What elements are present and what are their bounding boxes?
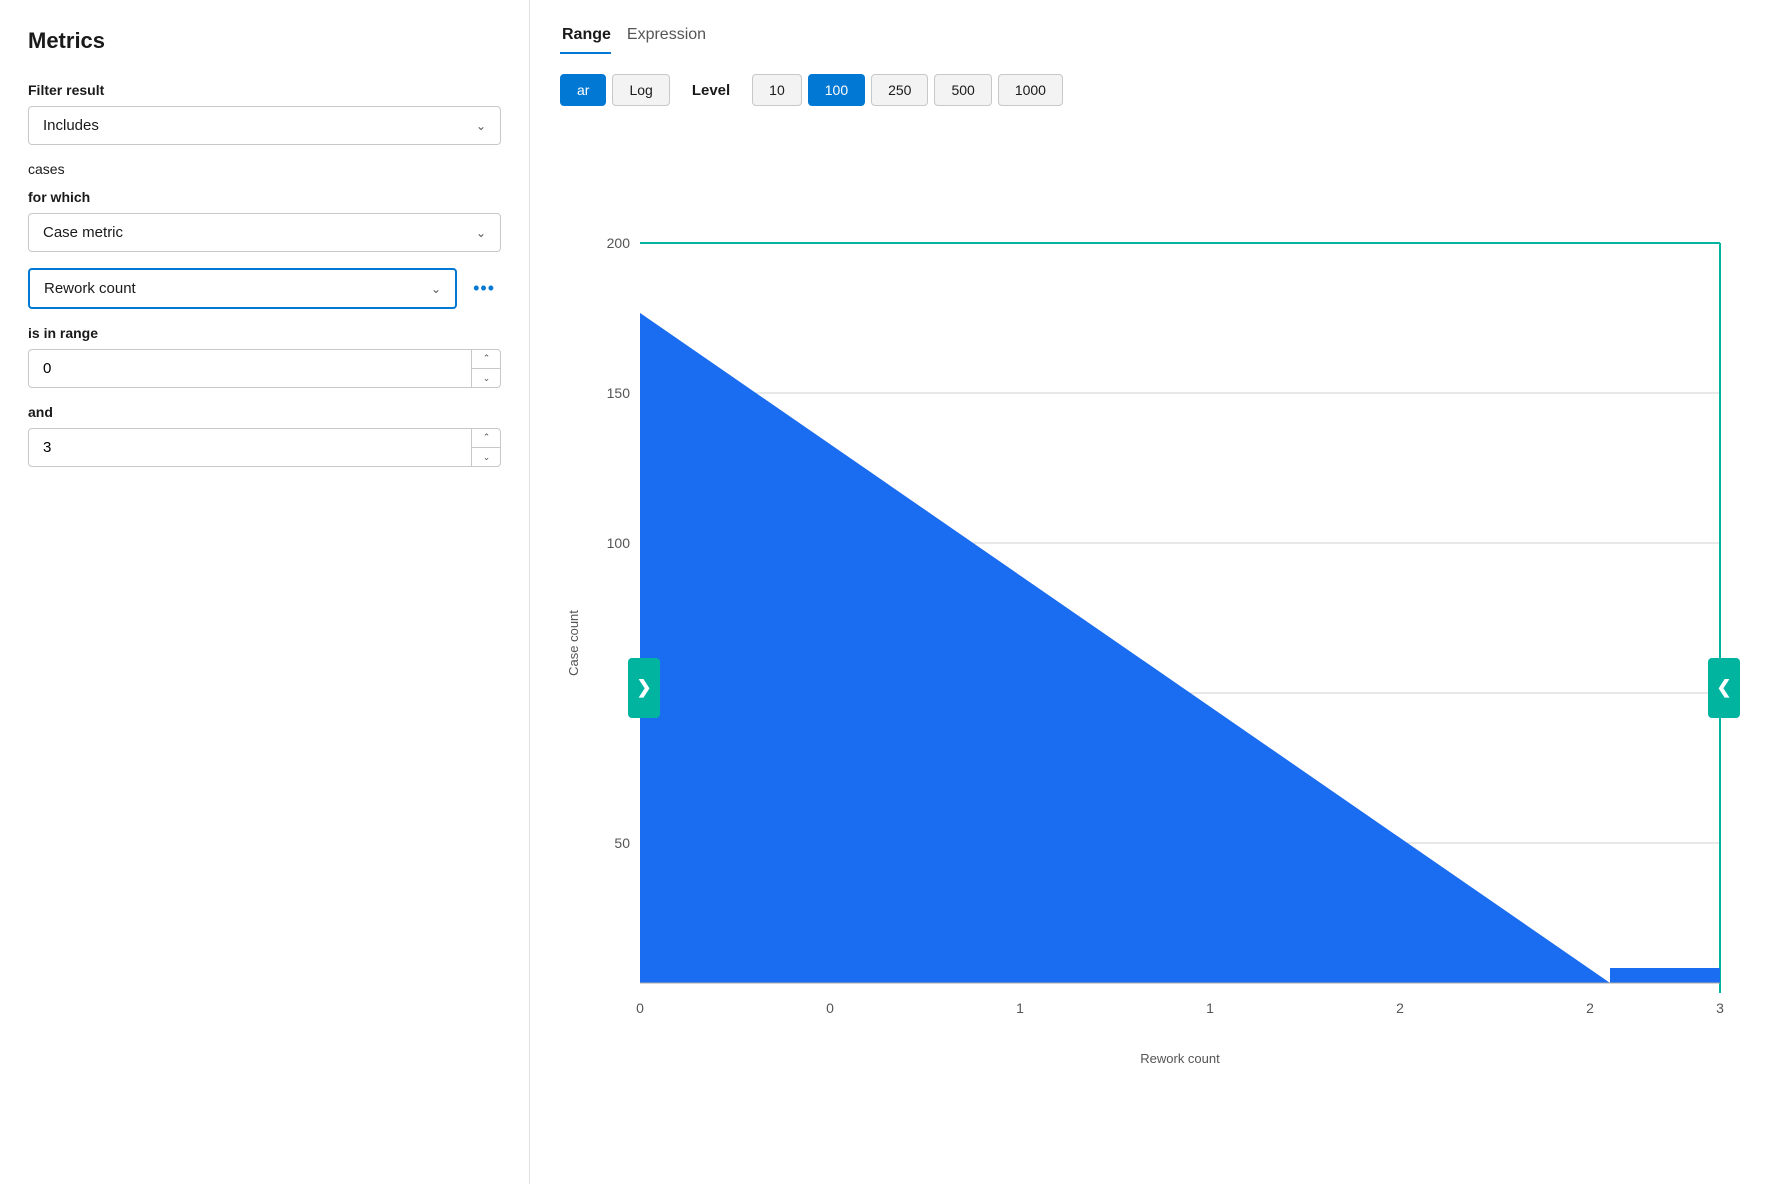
case-metric-chevron-icon: ⌄ [476, 226, 486, 240]
is-in-range-label: is in range [28, 325, 501, 341]
rework-count-dropdown[interactable]: Rework count ⌄ [28, 268, 457, 309]
svg-text:100: 100 [607, 535, 631, 551]
rework-count-value: Rework count [44, 280, 136, 297]
range-end-increment[interactable]: ⌃ [472, 428, 501, 448]
svg-text:Case count: Case count [566, 610, 581, 676]
tab-range[interactable]: Range [560, 20, 625, 54]
svg-text:150: 150 [607, 385, 631, 401]
level-500-button[interactable]: 500 [934, 74, 991, 106]
filter-result-value: Includes [43, 117, 99, 134]
range-end-decrement[interactable]: ⌄ [472, 448, 501, 467]
right-panel: Range Expression ar Log Level 10 100 250… [530, 0, 1790, 1184]
svg-text:Rework count: Rework count [1140, 1051, 1220, 1066]
range-start-wrapper: ⌃ ⌄ [28, 349, 501, 388]
svg-text:0: 0 [826, 1000, 834, 1016]
svg-text:1: 1 [1016, 1000, 1024, 1016]
scale-linear-button[interactable]: ar [560, 74, 606, 106]
svg-text:3: 3 [1716, 1000, 1724, 1016]
level-10-button[interactable]: 10 [752, 74, 802, 106]
level-250-button[interactable]: 250 [871, 74, 928, 106]
rework-row: Rework count ⌄ ••• [28, 268, 501, 309]
tab-expression[interactable]: Expression [625, 20, 720, 54]
is-in-range-group: is in range ⌃ ⌄ [28, 325, 501, 388]
svg-text:200: 200 [607, 235, 631, 251]
svg-text:2: 2 [1586, 1000, 1594, 1016]
filter-result-chevron-icon: ⌄ [476, 119, 486, 133]
range-start-input[interactable] [28, 349, 501, 388]
level-1000-button[interactable]: 1000 [998, 74, 1063, 106]
tabs-row: Range Expression [560, 20, 1760, 54]
level-100-button[interactable]: 100 [808, 74, 865, 106]
svg-text:1: 1 [1206, 1000, 1214, 1016]
range-start-increment[interactable]: ⌃ [472, 349, 501, 369]
filter-result-label: Filter result [28, 82, 501, 98]
for-which-group: for which Case metric ⌄ [28, 189, 501, 252]
range-start-spinner: ⌃ ⌄ [471, 349, 501, 388]
svg-text:0: 0 [636, 1000, 644, 1016]
scale-log-button[interactable]: Log [612, 74, 669, 106]
filter-result-group: Filter result Includes ⌄ [28, 82, 501, 145]
svg-text:2: 2 [1396, 1000, 1404, 1016]
svg-text:❯: ❯ [636, 677, 651, 698]
range-end-spinner: ⌃ ⌄ [471, 428, 501, 467]
and-label: and [28, 404, 501, 420]
cases-label: cases [28, 161, 501, 177]
filter-result-dropdown[interactable]: Includes ⌄ [28, 106, 501, 145]
svg-text:50: 50 [614, 835, 630, 851]
rework-count-chevron-icon: ⌄ [431, 282, 441, 296]
case-metric-dropdown[interactable]: Case metric ⌄ [28, 213, 501, 252]
range-start-decrement[interactable]: ⌄ [472, 369, 501, 388]
controls-bar: ar Log Level 10 100 250 500 1000 [560, 74, 1760, 106]
svg-text:❮: ❮ [1716, 677, 1731, 698]
and-group: and ⌃ ⌄ [28, 404, 501, 467]
range-end-wrapper: ⌃ ⌄ [28, 428, 501, 467]
chart-svg: ❯ ❮ 200 150 100 50 0 0 1 1 2 2 3 Case co… [560, 122, 1760, 1164]
chart-container: ❯ ❮ 200 150 100 50 0 0 1 1 2 2 3 Case co… [560, 122, 1760, 1164]
case-metric-value: Case metric [43, 224, 123, 241]
range-end-input[interactable] [28, 428, 501, 467]
left-panel: Metrics Filter result Includes ⌄ cases f… [0, 0, 530, 1184]
panel-title: Metrics [28, 28, 501, 54]
more-options-button[interactable]: ••• [467, 274, 501, 303]
level-label: Level [676, 75, 746, 106]
for-which-label: for which [28, 189, 501, 205]
